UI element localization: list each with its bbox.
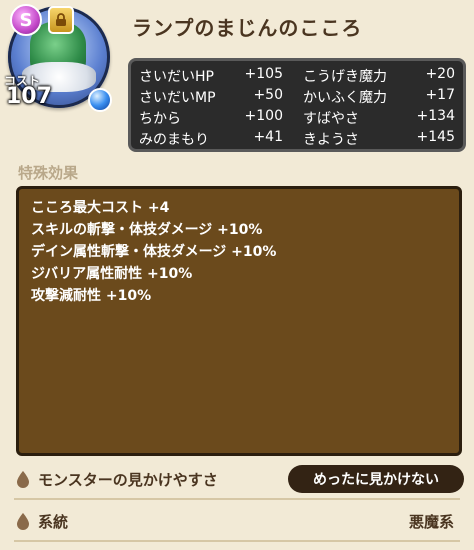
stat-label: ちから bbox=[139, 110, 181, 127]
divider bbox=[14, 540, 460, 542]
stat-value: +17 bbox=[425, 86, 455, 103]
lineage-row: 系統 悪魔系 bbox=[14, 506, 464, 536]
stats-row: ちから +100 すばやさ +134 bbox=[139, 107, 455, 128]
effect-item: こころ最大コスト +4 bbox=[31, 200, 170, 216]
stat-value: +145 bbox=[416, 128, 455, 145]
lineage-label: 系統 bbox=[38, 512, 69, 531]
divider bbox=[14, 498, 460, 500]
stat-item: すばやさ +134 bbox=[297, 108, 455, 128]
stat-item: さいだいHP +105 bbox=[139, 66, 297, 86]
effect-item: 攻撃減耐性 +10% bbox=[31, 288, 152, 304]
stat-item: ちから +100 bbox=[139, 108, 297, 128]
stat-item: かいふく魔力 +17 bbox=[297, 87, 455, 107]
stat-value: +41 bbox=[253, 128, 283, 145]
stat-item: こうげき魔力 +20 bbox=[297, 66, 455, 86]
section-label-special: 特殊効果 bbox=[18, 164, 79, 182]
page-title: ランプのまじんのこころ bbox=[132, 16, 363, 40]
visibility-label: モンスターの見かけやすさ bbox=[38, 470, 218, 489]
stats-row: さいだいHP +105 こうげき魔力 +20 bbox=[139, 65, 455, 86]
stat-item: きようさ +145 bbox=[297, 129, 455, 149]
blue-orb-icon bbox=[88, 88, 112, 112]
stat-label: こうげき魔力 bbox=[303, 68, 387, 85]
cost-value: 107 bbox=[6, 84, 52, 109]
stat-value: +134 bbox=[416, 107, 455, 124]
effect-item: デイン属性斬撃・体技ダメージ +10% bbox=[31, 244, 277, 260]
effect-item: スキルの斬撃・体技ダメージ +10% bbox=[31, 222, 263, 238]
stat-value: +105 bbox=[244, 65, 283, 82]
stat-label: すばやさ bbox=[303, 110, 359, 127]
rank-badge: S bbox=[10, 4, 42, 36]
effects-panel: こころ最大コスト +4 スキルの斬撃・体技ダメージ +10% デイン属性斬撃・体… bbox=[16, 186, 462, 456]
stat-label: さいだいMP bbox=[139, 89, 216, 106]
stats-row: さいだいMP +50 かいふく魔力 +17 bbox=[139, 86, 455, 107]
stats-panel: さいだいHP +105 こうげき魔力 +20 さいだいMP +50 かいふく魔力… bbox=[128, 58, 466, 152]
stat-value: +50 bbox=[253, 86, 283, 103]
stat-item: さいだいMP +50 bbox=[139, 87, 297, 107]
visibility-row: モンスターの見かけやすさ めったに見かけない bbox=[14, 464, 464, 494]
droplet-icon bbox=[17, 471, 29, 488]
stat-value: +100 bbox=[244, 107, 283, 124]
visibility-value: めったに見かけない bbox=[313, 472, 439, 488]
rank-label: S bbox=[19, 9, 33, 31]
stat-value: +20 bbox=[425, 65, 455, 82]
effect-item: ジバリア属性耐性 +10% bbox=[31, 266, 193, 282]
stats-row: みのまもり +41 きようさ +145 bbox=[139, 128, 455, 149]
stat-item: みのまもり +41 bbox=[139, 129, 297, 149]
droplet-icon bbox=[17, 513, 29, 530]
lock-icon[interactable] bbox=[48, 6, 74, 34]
lineage-value: 悪魔系 bbox=[408, 512, 454, 531]
stat-label: さいだいHP bbox=[139, 68, 214, 85]
stat-label: かいふく魔力 bbox=[303, 89, 387, 106]
visibility-badge: めったに見かけない bbox=[288, 465, 464, 493]
stat-label: きようさ bbox=[303, 131, 359, 148]
stat-label: みのまもり bbox=[139, 131, 209, 148]
